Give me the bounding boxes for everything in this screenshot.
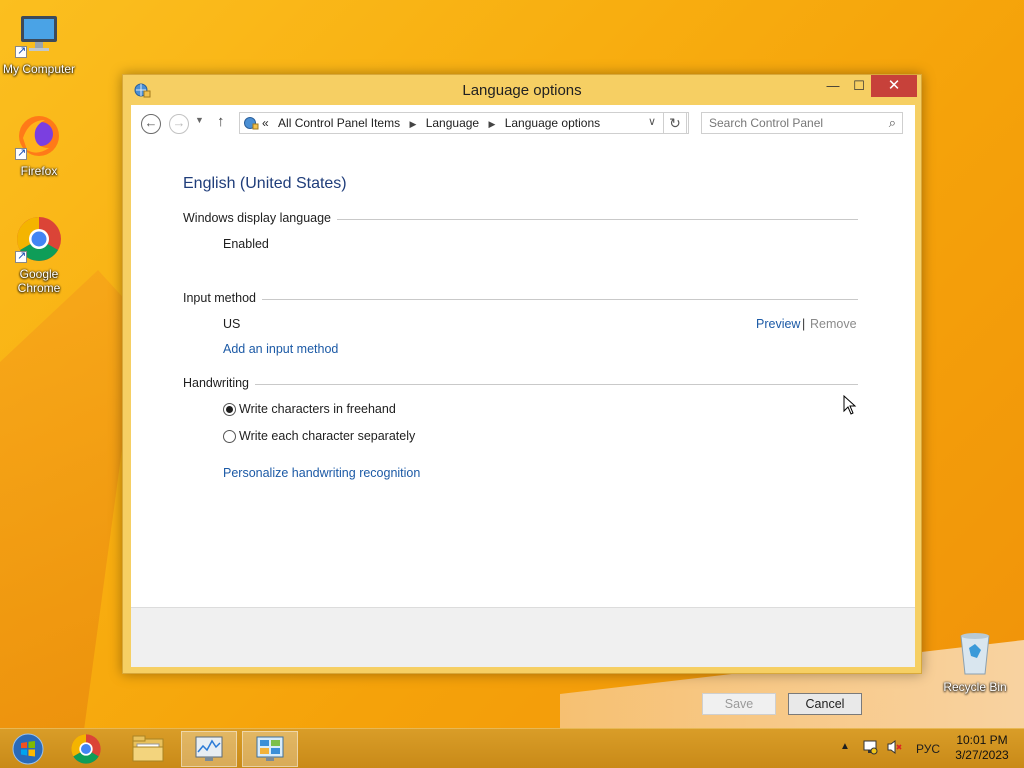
breadcrumb-item[interactable]: All Control Panel Items: [278, 116, 400, 130]
language-title: English (United States): [183, 175, 347, 192]
clock-date: 3/27/2023: [955, 748, 1009, 762]
clock-time: 10:01 PM: [956, 733, 1008, 747]
section-display-language: Windows display language: [183, 211, 858, 225]
breadcrumb: « All Control Panel Items ▶ Language ▶ L…: [262, 116, 600, 130]
chrome-icon: [71, 734, 101, 764]
link-separator: |: [802, 317, 806, 331]
section-input-method: Input method: [183, 291, 858, 305]
personalize-handwriting-link[interactable]: Personalize handwriting recognition: [223, 466, 420, 480]
minimize-button[interactable]: —: [819, 75, 847, 97]
breadcrumb-item[interactable]: Language: [426, 116, 479, 130]
search-placeholder: Search Control Panel: [709, 116, 824, 130]
mouse-cursor-icon: [843, 394, 857, 415]
desktop-icon-firefox[interactable]: Firefox: [0, 112, 78, 178]
display-language-status: Enabled: [223, 237, 269, 251]
navigation-bar: ← → ▼ ↑ « All Control Panel Items ▶ Lang…: [131, 105, 915, 141]
network-icon[interactable]: [862, 739, 878, 758]
taskbar: ▲ РУС 10:01 PM 3/27/2023: [0, 728, 1024, 768]
refresh-button[interactable]: ↻: [663, 112, 687, 134]
recent-locations-chevron-icon[interactable]: ▼: [195, 115, 204, 125]
folder-icon: [132, 735, 164, 762]
breadcrumb-overflow[interactable]: «: [262, 116, 269, 130]
input-method-name: US: [223, 317, 241, 331]
shortcut-arrow-icon: [15, 249, 27, 263]
computer-icon: [15, 10, 63, 58]
separate-character-radio[interactable]: [223, 430, 236, 443]
chevron-down-icon[interactable]: ∨: [648, 115, 656, 128]
up-button[interactable]: ↑: [217, 113, 225, 130]
taskbar-chrome[interactable]: [58, 731, 114, 767]
desktop-icon-label: My Computer: [2, 62, 76, 76]
preview-link[interactable]: Preview: [756, 317, 800, 331]
search-input[interactable]: Search Control Panel ⌕: [701, 112, 903, 134]
freehand-label[interactable]: Write characters in freehand: [239, 402, 396, 416]
search-icon[interactable]: ⌕: [889, 115, 896, 131]
breadcrumb-item[interactable]: Language options: [505, 116, 600, 130]
language-options-window: Language options — ☐ ✕ ← → ▼ ↑ « All Con…: [122, 74, 922, 715]
close-button[interactable]: ✕: [871, 75, 917, 97]
address-bar[interactable]: « All Control Panel Items ▶ Language ▶ L…: [239, 112, 689, 134]
desktop-icon-label: Firefox: [20, 164, 58, 178]
section-handwriting: Handwriting: [183, 376, 858, 390]
desktop-icon-recycle-bin[interactable]: Recycle Bin: [936, 632, 1014, 694]
monitor-chart-icon: [195, 736, 223, 761]
separate-character-label[interactable]: Write each character separately: [239, 429, 415, 443]
section-heading: Input method: [183, 291, 262, 305]
taskbar-file-explorer[interactable]: [120, 731, 176, 767]
desktop-icon-label: Google Chrome: [17, 267, 61, 295]
show-hidden-icons-chevron-icon[interactable]: ▲: [840, 741, 850, 752]
desktop-icon-my-computer[interactable]: My Computer: [0, 10, 78, 76]
add-input-method-link[interactable]: Add an input method: [223, 342, 338, 356]
main-content: English (United States) Windows display …: [131, 141, 915, 607]
control-panel-icon: [243, 115, 259, 131]
recycle-bin-icon: [955, 632, 995, 676]
freehand-radio[interactable]: [223, 403, 236, 416]
title-bar[interactable]: Language options — ☐ ✕: [123, 75, 921, 105]
windows-logo-icon: [12, 733, 44, 765]
cancel-button[interactable]: Cancel: [788, 693, 862, 715]
taskbar-control-panel[interactable]: [242, 731, 298, 767]
taskbar-performance-monitor[interactable]: [181, 731, 237, 767]
control-panel-icon: [256, 736, 284, 761]
chrome-icon: [15, 215, 63, 263]
shortcut-arrow-icon: [15, 146, 27, 160]
chevron-right-icon[interactable]: ▶: [488, 119, 495, 129]
input-language-indicator[interactable]: РУС: [916, 742, 940, 756]
forward-button[interactable]: →: [169, 114, 189, 134]
divider: [183, 384, 858, 385]
desktop-icon-google-chrome[interactable]: Google Chrome: [0, 215, 78, 295]
start-button[interactable]: [0, 731, 56, 767]
window-title: Language options: [462, 82, 582, 99]
dialog-footer: Save Cancel: [131, 607, 915, 715]
chevron-right-icon[interactable]: ▶: [409, 119, 416, 129]
clock[interactable]: 10:01 PM 3/27/2023: [946, 733, 1018, 763]
shortcut-arrow-icon: [15, 44, 27, 58]
section-heading: Handwriting: [183, 376, 256, 390]
wallpaper-shape: [0, 270, 140, 730]
divider: [183, 299, 858, 300]
speaker-muted-icon[interactable]: [886, 739, 904, 758]
save-button[interactable]: Save: [702, 693, 776, 715]
firefox-icon: [15, 112, 63, 160]
back-button[interactable]: ←: [141, 114, 161, 134]
remove-link[interactable]: Remove: [810, 317, 857, 331]
maximize-button[interactable]: ☐: [845, 75, 873, 97]
desktop-icon-label: Recycle Bin: [943, 680, 1007, 694]
section-heading: Windows display language: [183, 211, 338, 225]
